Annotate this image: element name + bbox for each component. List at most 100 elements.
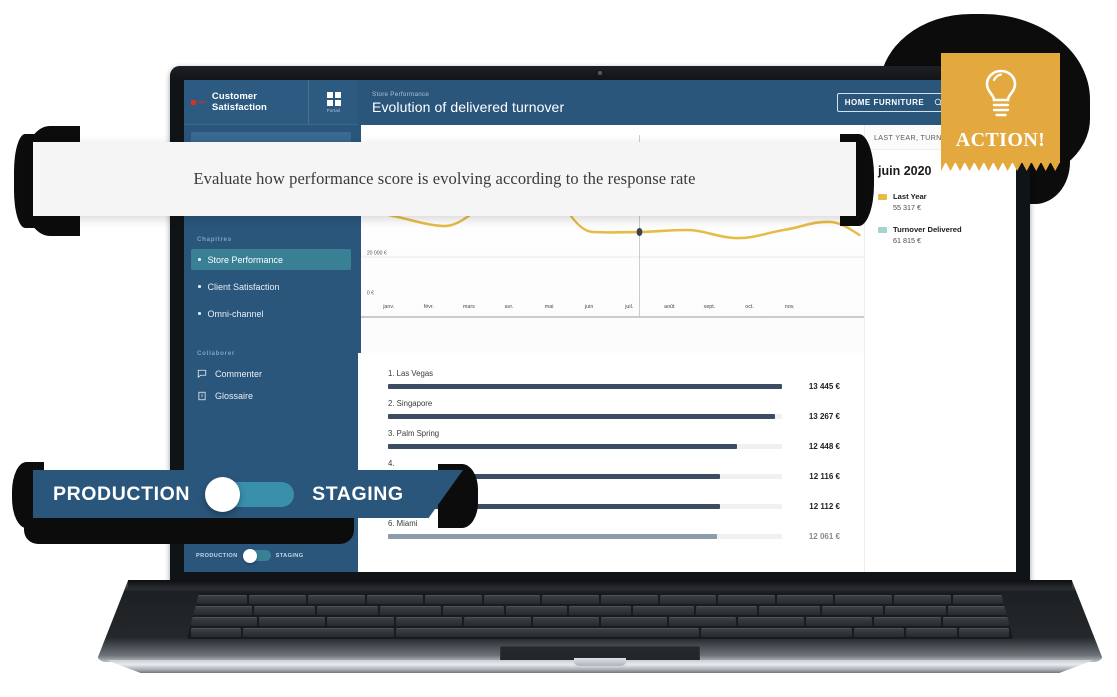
sidebar-chapters-group: Chapitres Store Performance Client Satis… [184, 236, 358, 324]
laptop-bezel [170, 66, 1030, 80]
rank-value: 13 267 € [808, 412, 840, 421]
sidebar-env-toggle[interactable]: PRODUCTION STAGING [184, 548, 358, 572]
sidebar-item-commenter[interactable]: Commenter [191, 363, 351, 385]
breadcrumb: Store Performance [372, 90, 430, 98]
decorative-blob [24, 518, 354, 544]
action-badge-label: ACTION! [955, 129, 1046, 151]
rank-track [388, 534, 782, 539]
callout-banner-text: Evaluate how performance score is evolvi… [193, 169, 696, 188]
rank-track [388, 414, 782, 419]
sidebar-collaborate-group: Collaborer Commenter Glossaire [184, 350, 358, 407]
env-toggle-switch[interactable] [242, 548, 271, 563]
sidebar-section-collaborate: Collaborer [197, 350, 235, 357]
brand-line-2: Satisfaction [211, 102, 267, 113]
portal-label: Portail [326, 107, 341, 113]
legend-panel: LAST YEAR, TURNOVER ... juin 2020 Last Y… [864, 125, 1016, 572]
table-row[interactable]: 3. Palm Spring 12 448 € [358, 425, 864, 455]
rank-value: 12 061 € [808, 532, 840, 541]
rank-bar [388, 414, 775, 419]
callout-env-toggle[interactable]: PRODUCTION STAGING [33, 470, 463, 518]
x-tick-label: févr. [424, 304, 434, 310]
sidebar-section-chapters: Chapitres [197, 236, 232, 243]
x-tick-label: juil. [624, 304, 633, 310]
x-tick-label: janv. [382, 304, 394, 310]
table-row[interactable]: 1. Las Vegas 13 445 € [358, 365, 864, 395]
x-tick-label: août [664, 304, 675, 310]
rank-label: 2. Singapore [388, 399, 433, 408]
legend-series-name: Turnover Delivered [893, 225, 962, 234]
legend-month: juin 2020 [878, 164, 932, 178]
brand-line-1: Customer [211, 90, 258, 102]
screenshot-stage: mark Customer Satisfaction Portail Chapi… [0, 0, 1117, 697]
table-row[interactable]: 2. Singapore 13 267 € [358, 395, 864, 425]
x-tick-label: mars [463, 304, 475, 310]
legend-body: juin 2020 Last Year 55 317 € Turnover De… [865, 150, 1016, 245]
ranking-list: 1. Las Vegas 13 445 € 2. Singapore 13 26… [358, 353, 864, 572]
x-tick-label: nov. [785, 304, 795, 310]
sidebar-header: mark Customer Satisfaction Portail [184, 80, 358, 125]
sidebar-item-store-performance[interactable]: Store Performance [191, 249, 351, 270]
legend-series-name: Last Year [893, 192, 927, 201]
laptop-notch [574, 658, 626, 666]
sidebar-item-glossaire[interactable]: Glossaire [191, 385, 351, 407]
callout-banner: Evaluate how performance score is evolvi… [33, 142, 856, 216]
x-tick-label: avr. [505, 304, 514, 310]
search-filter-pill[interactable]: HOME FURNITURE [836, 93, 952, 112]
sidebar-item-label: Client Satisfaction [207, 281, 280, 292]
legend-entry: Turnover Delivered 61 815 € [878, 225, 1003, 245]
sidebar-item-client-satisfaction[interactable]: Client Satisfaction [191, 276, 351, 297]
rank-bar [388, 534, 718, 539]
x-tick-label: sept. [704, 304, 716, 310]
bullet-icon [198, 258, 201, 261]
topbar: Store Performance Evolution of delivered… [358, 80, 1016, 125]
page-title: Evolution of delivered turnover [372, 98, 565, 115]
portal-button[interactable]: Portail [308, 80, 358, 124]
rank-bar [388, 444, 737, 449]
x-tick-label: mai [545, 304, 554, 310]
env-label-production: PRODUCTION [196, 552, 238, 559]
bullet-icon [198, 312, 201, 315]
callout-toggle-switch[interactable] [205, 476, 295, 512]
sidebar-item-label: Commenter [215, 369, 263, 379]
comment-icon [197, 369, 207, 378]
x-tick-label: oct. [745, 304, 754, 310]
y-tick-label: 0 € [367, 290, 374, 296]
page-heading: Store Performance Evolution of delivered… [372, 91, 827, 115]
legend-swatch [878, 227, 887, 233]
y-tick-label: 20 000 € [367, 250, 387, 256]
rank-label: 1. Las Vegas [388, 369, 434, 378]
toggle-knob [242, 548, 257, 563]
rank-track [388, 444, 782, 449]
env-label-staging: STAGING [275, 552, 304, 559]
webcam-icon [598, 71, 602, 75]
brand[interactable]: mark Customer Satisfaction [184, 91, 308, 114]
legend-swatch [878, 194, 887, 200]
grid-icon [326, 91, 341, 106]
rank-value: 12 112 € [809, 502, 840, 511]
action-badge: ACTION! [941, 53, 1060, 163]
sidebar-item-omni-channel[interactable]: Omni-channel [191, 303, 351, 324]
rank-value: 12 116 € [809, 472, 840, 481]
sidebar-item-label: Omni-channel [207, 308, 264, 319]
rank-bar [388, 384, 782, 389]
rank-value: 13 445 € [808, 382, 840, 391]
rank-track [388, 384, 782, 389]
legend-series-value: 55 317 € [893, 203, 921, 212]
logo-mark-icon: mark [191, 99, 207, 105]
rank-value: 12 448 € [808, 442, 840, 451]
search-filter-value: HOME FURNITURE [844, 98, 925, 107]
x-tick-label: juin [584, 304, 593, 310]
keyboard [186, 593, 1014, 639]
callout-label-staging: STAGING [312, 482, 404, 505]
laptop-deck [96, 580, 1104, 662]
table-row[interactable]: 6. Miami 12 061 € [358, 515, 864, 545]
laptop-hinge [128, 580, 1072, 589]
book-icon [198, 391, 206, 401]
bullet-icon [198, 285, 201, 288]
legend-entry: Last Year 55 317 € [878, 192, 1003, 212]
lightbulb-icon [985, 69, 1016, 117]
sidebar-item-label: Glossaire [215, 391, 254, 401]
laptop-base [96, 580, 1104, 678]
sidebar-item-label: Store Performance [207, 254, 284, 265]
rank-label: 3. Palm Spring [388, 429, 440, 438]
